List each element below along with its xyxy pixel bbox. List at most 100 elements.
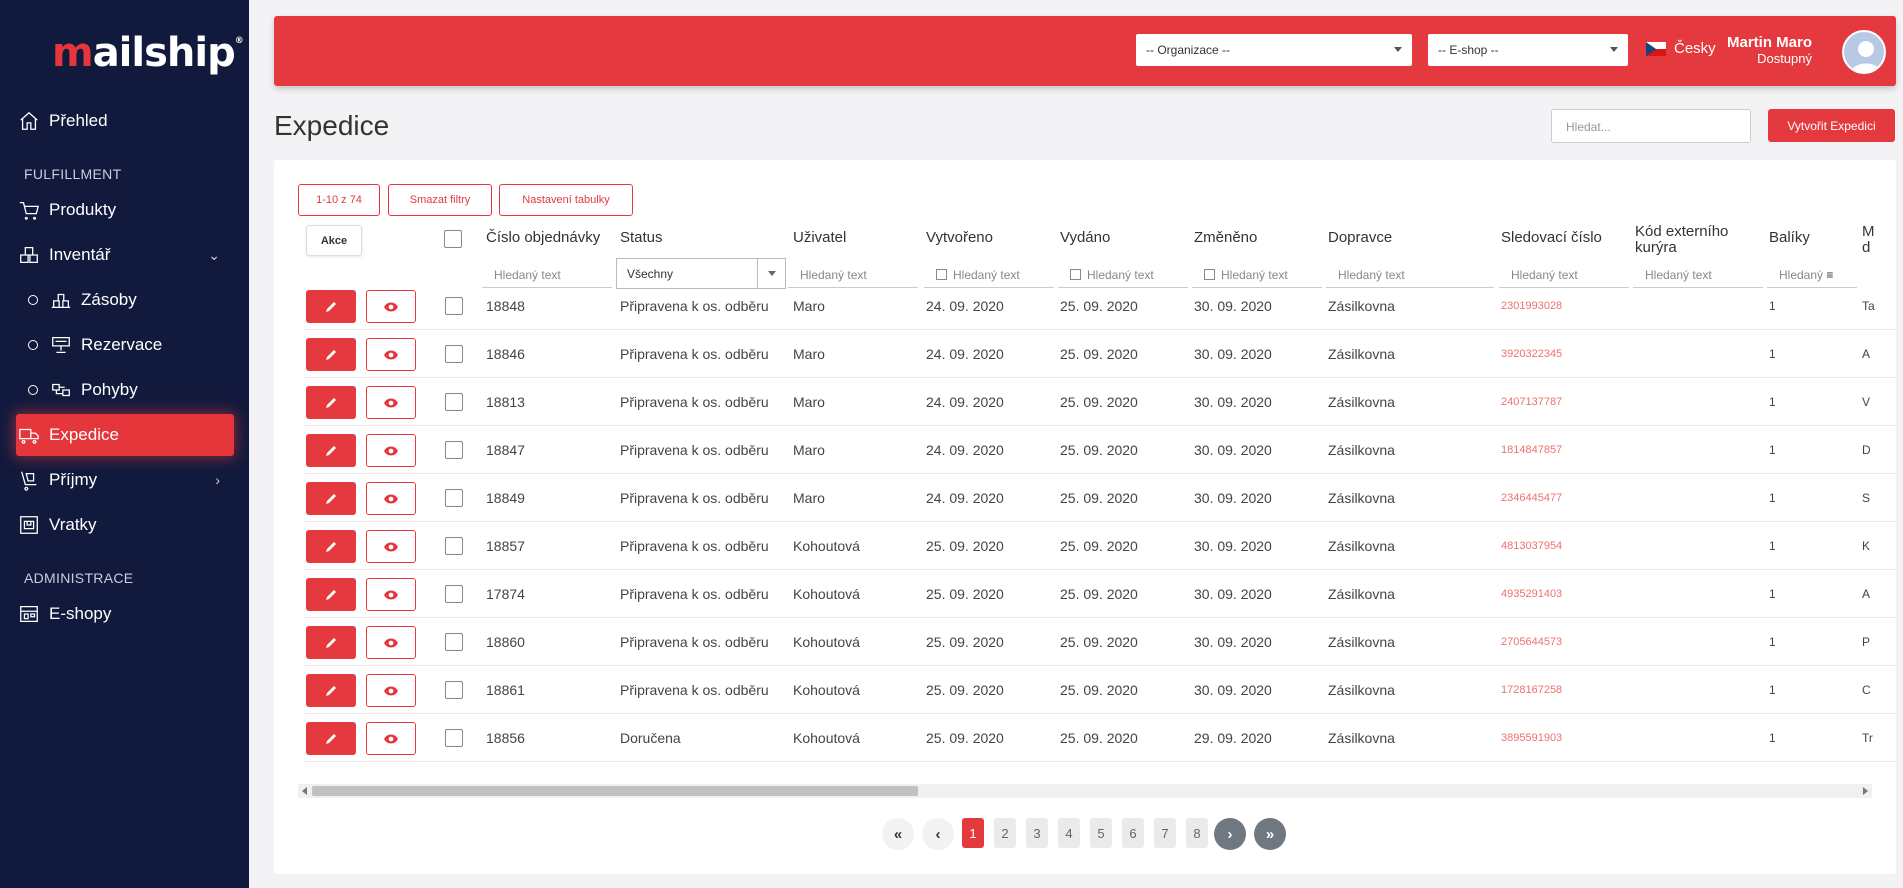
user-info[interactable]: Martin Maro Dostupný (1727, 34, 1812, 66)
sidebar-item-produkty[interactable]: Produkty (16, 189, 234, 231)
cell-tracking[interactable]: 3920322345 (1501, 330, 1562, 378)
edit-button[interactable] (306, 674, 356, 707)
edit-button[interactable] (306, 338, 356, 371)
page-number-button[interactable]: 3 (1026, 818, 1048, 848)
table-settings-button[interactable]: Nastavení tabulky (499, 184, 633, 216)
last-page-button[interactable]: » (1254, 818, 1286, 850)
page-number-button[interactable]: 5 (1090, 818, 1112, 848)
view-button[interactable] (366, 722, 416, 755)
organizace-select[interactable]: -- Organizace -- (1136, 34, 1412, 66)
table-row[interactable]: 18813 Připravena k os. odběru Maro 24. 09. … (304, 378, 1896, 426)
header-carrier[interactable]: Dopravce (1328, 230, 1392, 246)
page-number-button[interactable]: 1 (962, 818, 984, 848)
header-status[interactable]: Status (620, 230, 663, 246)
table-row[interactable]: 18861 Připravena k os. odběru Kohoutová 25.… (304, 666, 1896, 714)
sidebar-item-expedice[interactable]: Expedice (16, 414, 234, 456)
sidebar-item-prijmy[interactable]: Příjmy › (16, 459, 234, 501)
row-checkbox[interactable] (445, 393, 463, 411)
avatar[interactable] (1842, 30, 1886, 74)
page-number-button[interactable]: 8 (1186, 818, 1208, 848)
table-row[interactable]: 18846 Připravena k os. odběru Maro 24. 09. … (304, 330, 1896, 378)
horizontal-scrollbar[interactable] (298, 784, 1872, 798)
table-row[interactable]: 18849 Připravena k os. odběru Maro 24. 09. … (304, 474, 1896, 522)
view-button[interactable] (366, 674, 416, 707)
row-checkbox[interactable] (445, 633, 463, 651)
scroll-right-icon[interactable] (1863, 787, 1868, 795)
clear-filters-button[interactable]: Smazat filtry (388, 184, 492, 216)
view-button[interactable] (366, 530, 416, 563)
sidebar-item-rezervace[interactable]: Rezervace (28, 324, 246, 366)
cell-tracking[interactable]: 4935291403 (1501, 570, 1562, 618)
edit-button[interactable] (306, 434, 356, 467)
akce-button[interactable]: Akce (306, 225, 362, 256)
cell-tracking[interactable]: 1728167258 (1501, 666, 1562, 714)
sidebar-item-pohyby[interactable]: Pohyby (28, 369, 246, 411)
range-button[interactable]: 1-10 z 74 (298, 184, 380, 216)
page-number-button[interactable]: 4 (1058, 818, 1080, 848)
eshop-select[interactable]: -- E-shop -- (1428, 34, 1628, 66)
search-input[interactable]: Hledat... (1551, 109, 1751, 143)
edit-button[interactable] (306, 530, 356, 563)
view-button[interactable] (366, 482, 416, 515)
cell-tracking[interactable]: 1814847857 (1501, 426, 1562, 474)
header-issued[interactable]: Vydáno (1060, 230, 1110, 246)
row-checkbox[interactable] (445, 297, 463, 315)
scrollbar-thumb[interactable] (312, 786, 918, 796)
header-order[interactable]: Číslo objednávky (486, 230, 600, 246)
page-number-button[interactable]: 2 (994, 818, 1016, 848)
cell-tracking[interactable]: 2407137787 (1501, 378, 1562, 426)
first-page-button[interactable]: « (882, 818, 914, 850)
cell-tracking[interactable]: 2705644573 (1501, 618, 1562, 666)
header-tracking[interactable]: Sledovací číslo (1501, 230, 1602, 246)
edit-button[interactable] (306, 290, 356, 323)
edit-button[interactable] (306, 578, 356, 611)
next-page-button[interactable]: › (1214, 818, 1246, 850)
sidebar-item-inventar[interactable]: Inventář ⌄ (16, 234, 234, 276)
edit-button[interactable] (306, 482, 356, 515)
header-changed[interactable]: Změněno (1194, 230, 1257, 246)
header-user[interactable]: Uživatel (793, 230, 846, 246)
header-more[interactable]: M d (1862, 224, 1882, 256)
view-button[interactable] (366, 338, 416, 371)
edit-button[interactable] (306, 722, 356, 755)
cell-tracking[interactable]: 2346445477 (1501, 474, 1562, 522)
prev-page-button[interactable]: ‹ (922, 818, 954, 850)
view-button[interactable] (366, 434, 416, 467)
row-checkbox[interactable] (445, 489, 463, 507)
table-row[interactable]: 18848 Připravena k os. odběru Maro 24. 09. … (304, 282, 1896, 330)
table-row[interactable]: 17874 Připravena k os. odběru Kohoutová 25.… (304, 570, 1896, 618)
row-checkbox[interactable] (445, 585, 463, 603)
row-checkbox[interactable] (445, 441, 463, 459)
edit-button[interactable] (306, 386, 356, 419)
sidebar-item-vratky[interactable]: Vratky (16, 504, 234, 546)
sidebar-item-zasoby[interactable]: Zásoby (28, 279, 246, 321)
table-row[interactable]: 18860 Připravena k os. odběru Kohoutová 25.… (304, 618, 1896, 666)
language-switch[interactable]: Česky (1646, 40, 1716, 57)
scroll-left-icon[interactable] (302, 787, 307, 795)
row-checkbox[interactable] (445, 537, 463, 555)
table-row[interactable]: 18857 Připravena k os. odběru Kohoutová 25.… (304, 522, 1896, 570)
table-row[interactable]: 18847 Připravena k os. odběru Maro 24. 09. … (304, 426, 1896, 474)
sidebar-item-prehled[interactable]: Přehled (16, 100, 234, 142)
header-packages[interactable]: Balíky (1769, 230, 1810, 246)
create-expedice-button[interactable]: Vytvořit Expedici (1768, 109, 1895, 142)
select-all-checkbox[interactable] (444, 230, 462, 248)
mailship-logo[interactable]: mailship® (52, 30, 244, 76)
view-button[interactable] (366, 290, 416, 323)
row-checkbox[interactable] (445, 681, 463, 699)
sidebar-item-eshopy[interactable]: E-shopy (16, 593, 234, 635)
view-button[interactable] (366, 626, 416, 659)
header-created[interactable]: Vytvořeno (926, 230, 993, 246)
edit-button[interactable] (306, 626, 356, 659)
table-row[interactable]: 18856 Doručena Kohoutová 25. 09. 2020 25. 09… (304, 714, 1896, 762)
view-button[interactable] (366, 578, 416, 611)
header-courier-code[interactable]: Kód externího kurýra (1635, 224, 1745, 256)
view-button[interactable] (366, 386, 416, 419)
cell-tracking[interactable]: 4813037954 (1501, 522, 1562, 570)
row-checkbox[interactable] (445, 345, 463, 363)
cell-tracking[interactable]: 3895591903 (1501, 714, 1562, 762)
cell-tracking[interactable]: 2301993028 (1501, 282, 1562, 330)
page-number-button[interactable]: 7 (1154, 818, 1176, 848)
row-checkbox[interactable] (445, 729, 463, 747)
page-number-button[interactable]: 6 (1122, 818, 1144, 848)
